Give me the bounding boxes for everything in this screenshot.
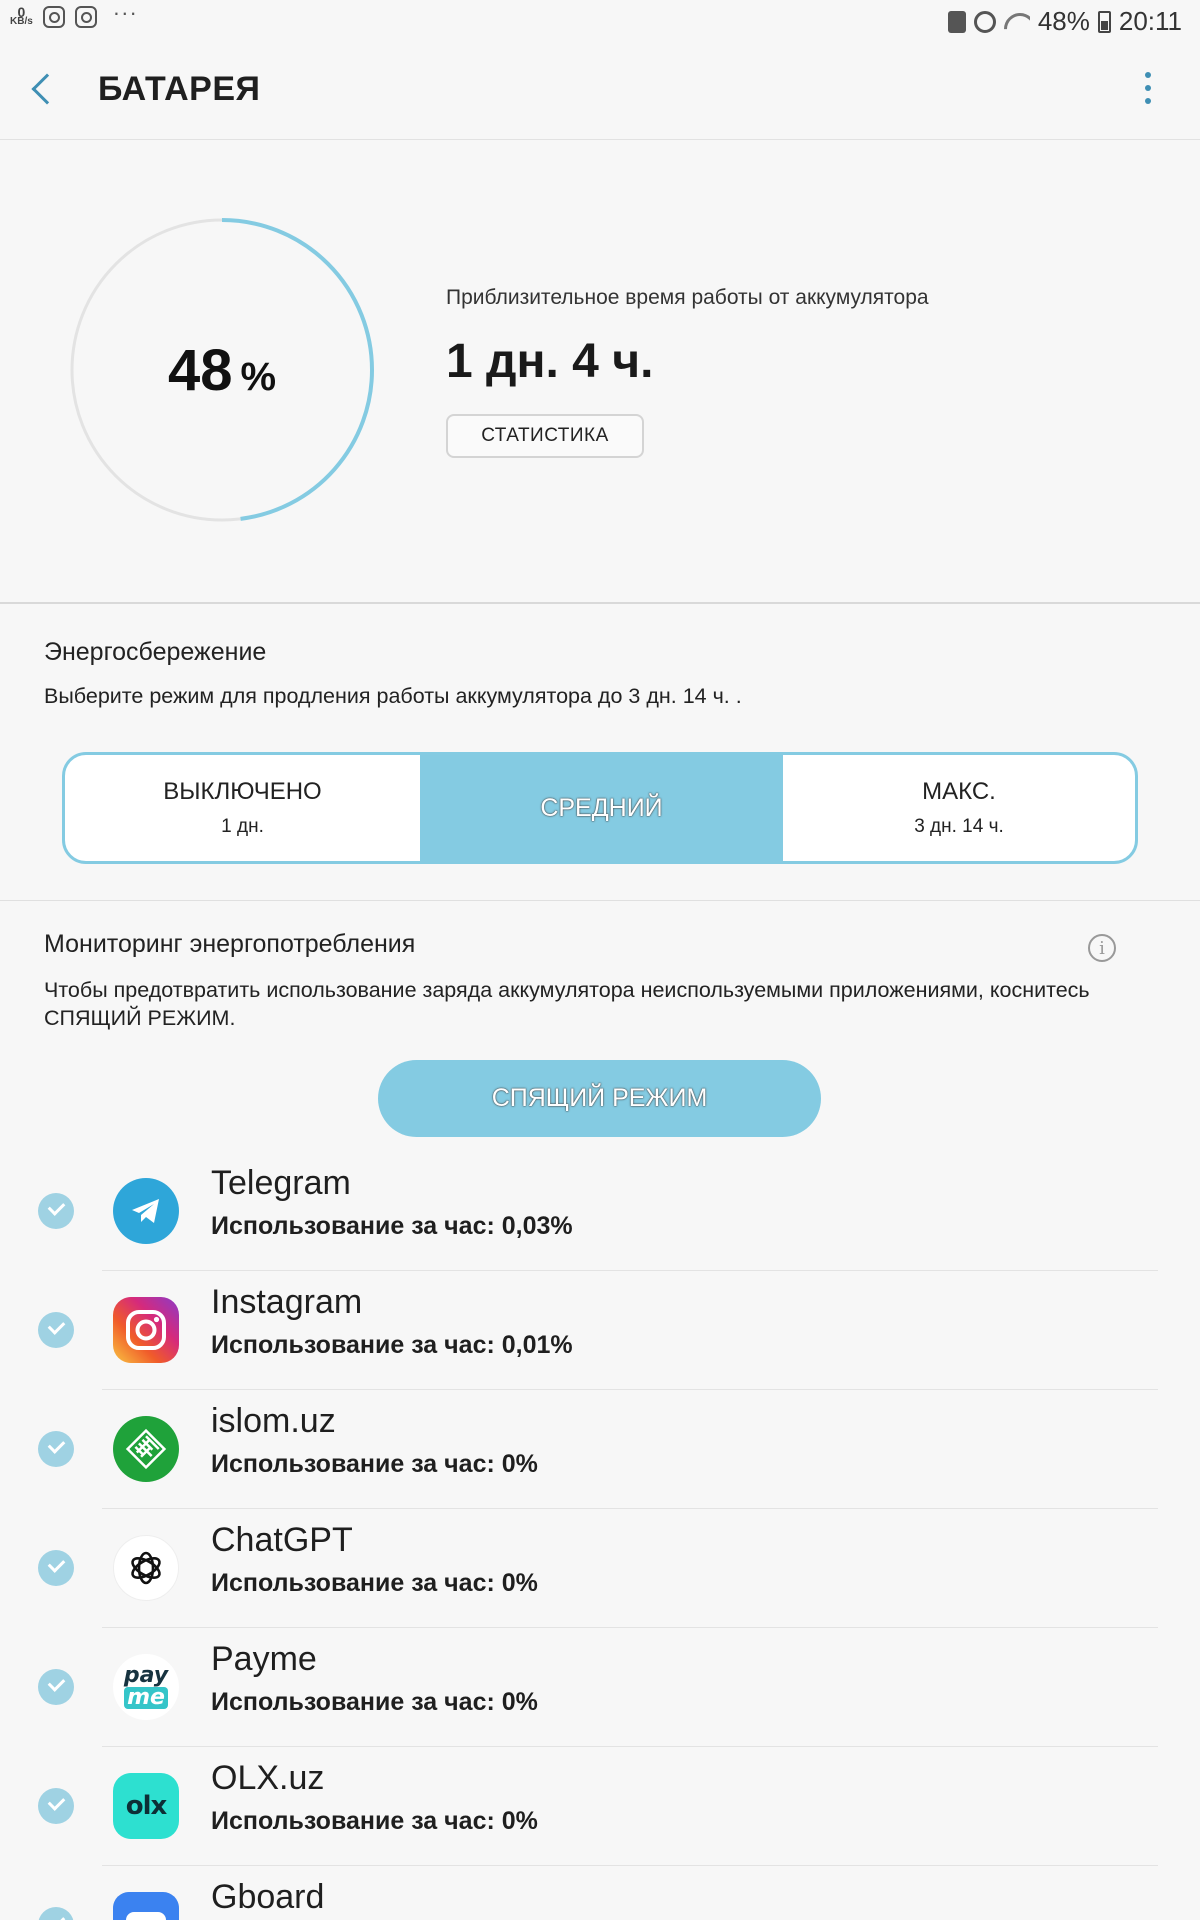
section-divider xyxy=(0,900,1200,901)
mode-duration: 3 дн. 14 ч. xyxy=(914,816,1004,837)
battery-icon xyxy=(1097,10,1111,33)
app-name: OLX.uz xyxy=(211,1759,325,1797)
info-icon[interactable]: i xyxy=(1088,934,1116,962)
app-name: Telegram xyxy=(211,1164,351,1202)
chatgpt-icon xyxy=(113,1535,179,1601)
islom-uz-icon xyxy=(113,1416,179,1482)
app-row-gboard[interactable]: G Gboard xyxy=(0,1866,1200,1920)
estimate-label: Приблизительное время работы от аккумуля… xyxy=(446,286,929,309)
gboard-icon: G xyxy=(113,1892,179,1920)
app-row-telegram[interactable]: Telegram Использование за час: 0,03% xyxy=(0,1152,1200,1271)
network-speed-unit: KB/s xyxy=(10,16,33,27)
app-usage: Использование за час: 0% xyxy=(211,1569,538,1597)
instagram-notification-icon xyxy=(42,6,65,28)
mode-name: СРЕДНИЙ xyxy=(540,793,663,822)
app-name: Payme xyxy=(211,1640,317,1678)
power-saving-title: Энергосбережение xyxy=(44,638,267,666)
power-saving-description: Выберите режим для продления работы акку… xyxy=(44,684,742,708)
app-usage: Использование за час: 0,03% xyxy=(211,1212,573,1240)
checkbox-checked-icon[interactable] xyxy=(38,1312,74,1348)
app-usage: Использование за час: 0% xyxy=(211,1688,538,1716)
more-options-icon[interactable] xyxy=(1144,72,1152,104)
mode-name: МАКС. xyxy=(922,778,996,805)
back-arrow-icon[interactable] xyxy=(31,73,63,105)
wifi-icon xyxy=(1004,11,1030,33)
checkbox-checked-icon[interactable] xyxy=(38,1669,74,1705)
app-bar: БАТАРЕЯ xyxy=(0,44,1200,140)
checkbox-checked-icon[interactable] xyxy=(38,1788,74,1824)
monitoring-title: Мониторинг энергопотребления xyxy=(44,930,416,958)
checkbox-checked-icon[interactable] xyxy=(38,1550,74,1586)
instagram-icon xyxy=(113,1297,179,1363)
status-battery-percent: 48% xyxy=(1037,6,1090,36)
app-usage: Использование за час: 0,01% xyxy=(211,1331,573,1359)
app-usage: Использование за час: 0% xyxy=(211,1450,538,1478)
payme-icon-text-bottom: me xyxy=(123,1687,169,1709)
estimate-value: 1 дн. 4 ч. xyxy=(446,335,654,388)
status-time: 20:11 xyxy=(1118,6,1182,36)
section-divider xyxy=(0,602,1200,604)
power-mode-selector: ВЫКЛЮЧЕНО 1 дн. СРЕДНИЙ МАКС. 3 дн. 14 ч… xyxy=(62,752,1138,864)
app-name: ChatGPT xyxy=(211,1521,353,1559)
statistics-button[interactable]: СТАТИСТИКА xyxy=(446,414,644,458)
app-name: Instagram xyxy=(211,1283,363,1321)
app-row-instagram[interactable]: Instagram Использование за час: 0,01% xyxy=(0,1271,1200,1390)
battery-level: 48 % xyxy=(70,218,374,522)
page-title: БАТАРЕЯ xyxy=(98,70,261,108)
instagram-notification-icon xyxy=(74,6,97,28)
app-usage: Использование за час: 0% xyxy=(211,1807,538,1835)
payme-icon-text-top: pay xyxy=(123,1663,169,1688)
battery-level-unit: % xyxy=(240,354,277,399)
mode-duration: 1 дн. xyxy=(221,816,264,837)
payme-icon: pay me xyxy=(113,1654,179,1720)
mode-name: ВЫКЛЮЧЕНО xyxy=(163,778,322,805)
app-name: islom.uz xyxy=(211,1402,336,1440)
app-name: Gboard xyxy=(211,1878,325,1916)
app-row-olx[interactable]: olx OLX.uz Использование за час: 0% xyxy=(0,1747,1200,1866)
monitoring-description: Чтобы предотвратить использование заряда… xyxy=(44,978,1090,1030)
olx-icon-text: olx xyxy=(125,1791,168,1821)
app-row-chatgpt[interactable]: ChatGPT Использование за час: 0% xyxy=(0,1509,1200,1628)
more-notifications-icon: ··· xyxy=(112,0,138,25)
app-row-islom-uz[interactable]: islom.uz Использование за час: 0% xyxy=(0,1390,1200,1509)
alarm-icon xyxy=(973,10,996,33)
app-row-payme[interactable]: pay me Payme Использование за час: 0% xyxy=(0,1628,1200,1747)
battery-saver-icon xyxy=(947,10,966,33)
checkbox-checked-icon[interactable] xyxy=(38,1907,74,1920)
olx-icon: olx xyxy=(113,1773,179,1839)
network-speed: 0 KB/s xyxy=(10,5,33,27)
checkbox-checked-icon[interactable] xyxy=(38,1431,74,1467)
battery-level-value: 48 xyxy=(167,337,233,403)
mode-max[interactable]: МАКС. 3 дн. 14 ч. xyxy=(783,755,1135,861)
checkbox-checked-icon[interactable] xyxy=(38,1193,74,1229)
telegram-icon xyxy=(113,1178,179,1244)
mode-medium[interactable]: СРЕДНИЙ xyxy=(420,755,783,861)
sleep-mode-button[interactable]: СПЯЩИЙ РЕЖИМ xyxy=(378,1060,821,1137)
mode-off[interactable]: ВЫКЛЮЧЕНО 1 дн. xyxy=(65,755,420,861)
gboard-icon-text: G xyxy=(126,1912,166,1920)
status-bar: 0 KB/s ··· 48% 20:11 xyxy=(0,0,1200,44)
